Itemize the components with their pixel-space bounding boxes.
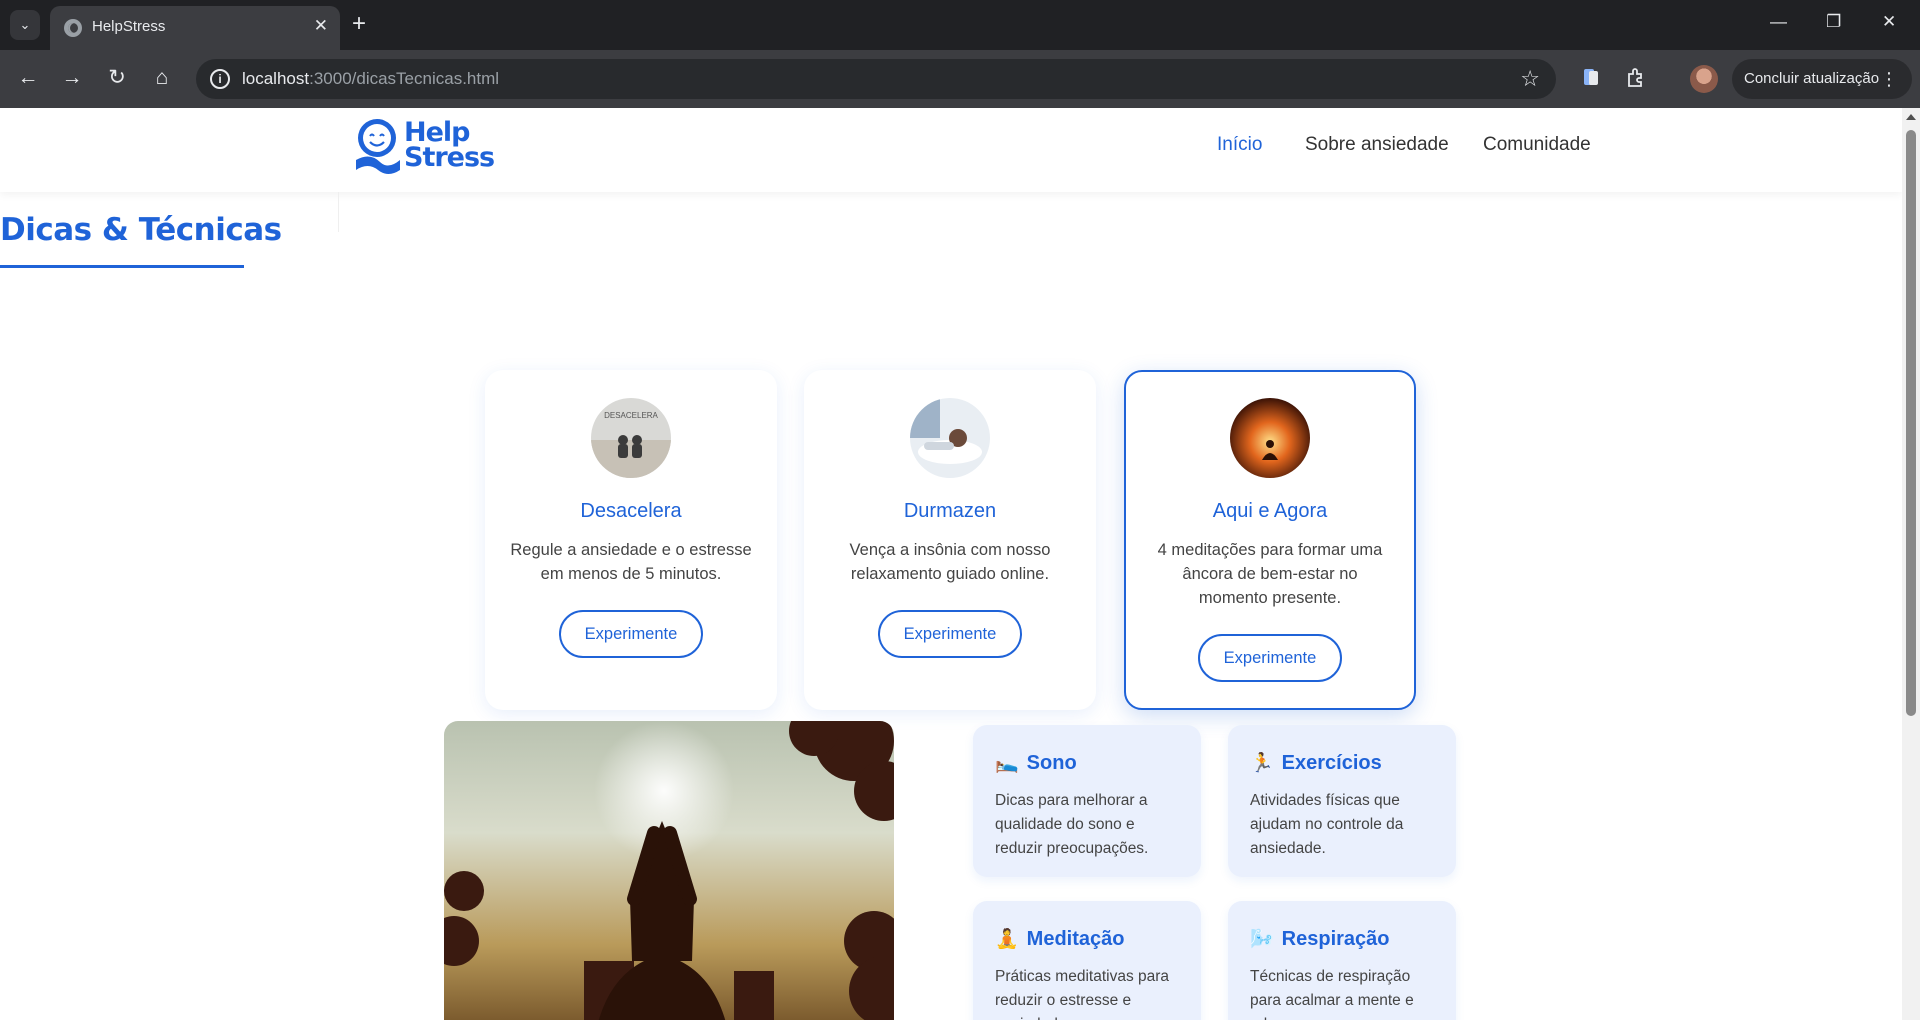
tip-card-meditacao[interactable]: 🧘 Meditação Práticas meditativas para red… [973,901,1201,1020]
card-title: Durmazen [903,500,997,522]
browser-tab-bar: ⌄ HelpStress ✕ + — ❐ ✕ [0,0,1920,50]
site-header: Help Stress Início Sobre ansiedade Comun… [0,108,1902,192]
card-aqui-e-agora: Aqui e Agora 4 meditações para formar um… [1124,370,1416,710]
scroll-up-icon[interactable] [1906,114,1916,120]
breathing-icon: 🌬️ [1250,929,1274,950]
card-image-caption: DESACELERA [604,411,658,420]
menu-dots-icon[interactable]: ⋮ [1880,59,1898,99]
nav-inicio[interactable]: Início [1217,134,1262,156]
card-image-desacelera: DESACELERA [591,398,671,478]
card-title: Desacelera [580,500,682,522]
forward-icon[interactable]: → [58,64,86,92]
card-durmazen: Durmazen Vença a insônia com nosso relax… [804,370,1096,710]
tip-description: Dicas para melhorar a qualidade do sono … [995,792,1149,857]
page-title: Dicas & Técnicas [0,212,282,248]
extensions-icon[interactable] [1625,66,1647,88]
card-image-durmazen [910,398,990,478]
profile-avatar[interactable] [1690,65,1718,93]
reading-list-icon[interactable] [1580,66,1602,88]
close-tab-icon[interactable]: ✕ [314,16,328,36]
page-viewport: Help Stress Início Sobre ansiedade Comun… [0,108,1902,1020]
reload-icon[interactable]: ↻ [103,64,131,92]
bed-icon: 🛌 [995,753,1019,774]
tip-title: Sono [1026,752,1077,774]
globe-icon [64,19,82,37]
tip-card-sono[interactable]: 🛌 Sono Dicas para melhorar a qualidade do… [973,725,1201,877]
restore-icon[interactable]: ❐ [1826,12,1841,32]
tip-description: Técnicas de respiração para acalmar a me… [1250,968,1414,1020]
tip-title: Meditação [1026,928,1125,950]
experimente-button[interactable]: Experimente [559,610,703,658]
back-icon[interactable]: ← [14,64,42,92]
card-desacelera: DESACELERA Desacelera Regule a ansiedade… [485,370,777,710]
card-title: Aqui e Agora [1212,500,1328,522]
tip-description: Práticas meditativas para reduzir o estr… [995,968,1170,1020]
update-button[interactable]: Concluir atualização ⋮ [1732,59,1912,99]
meditation-icon: 🧘 [995,929,1019,950]
tip-card-exercicios[interactable]: 🏃 Exercícios Atividades físicas que ajuda… [1228,725,1456,877]
running-icon: 🏃 [1250,753,1274,774]
scroll-thumb[interactable] [1906,130,1916,716]
experimente-button[interactable]: Experimente [878,610,1022,658]
logo-text-stress: Stress [404,142,495,173]
new-tab-icon[interactable]: + [352,10,366,38]
home-icon[interactable]: ⌂ [148,64,176,92]
experimente-button[interactable]: Experimente [1198,634,1342,682]
url-text: localhost:3000/dicasTecnicas.html [242,69,500,88]
bookmark-star-icon[interactable]: ☆ [1520,66,1540,92]
card-description: Regule a ansiedade e o estresse em menos… [510,541,752,583]
card-description: Vença a insônia com nosso relaxamento gu… [849,541,1051,583]
tip-title: Exercícios [1281,752,1382,774]
title-underline [0,265,244,268]
address-bar[interactable]: i localhost:3000/dicasTecnicas.html ☆ [196,59,1556,99]
tip-description: Atividades físicas que ajudam no control… [1250,792,1404,857]
browser-toolbar: ← → ↻ ⌂ i localhost:3000/dicasTecnicas.h… [0,50,1920,108]
browser-tab[interactable]: HelpStress ✕ [50,6,340,50]
divider [338,192,339,232]
meditation-hero-image [444,721,894,1020]
tip-card-respiracao[interactable]: 🌬️ Respiração Técnicas de respiração para… [1228,901,1456,1020]
card-image-aqui-e-agora [1230,398,1310,478]
tab-title: HelpStress [92,18,166,35]
logo[interactable]: Help Stress [352,116,495,178]
window-close-icon[interactable]: ✕ [1882,12,1896,32]
nav-comunidade[interactable]: Comunidade [1483,134,1591,156]
logo-mascot-icon [356,119,400,174]
minimize-icon[interactable]: — [1770,12,1787,32]
card-description: 4 meditações para formar uma âncora de b… [1157,541,1383,607]
tab-search-icon[interactable]: ⌄ [10,10,40,40]
nav-sobre-ansiedade[interactable]: Sobre ansiedade [1305,134,1449,156]
page-scrollbar[interactable] [1902,108,1920,1020]
tip-title: Respiração [1281,928,1390,950]
site-info-icon[interactable]: i [210,69,230,89]
